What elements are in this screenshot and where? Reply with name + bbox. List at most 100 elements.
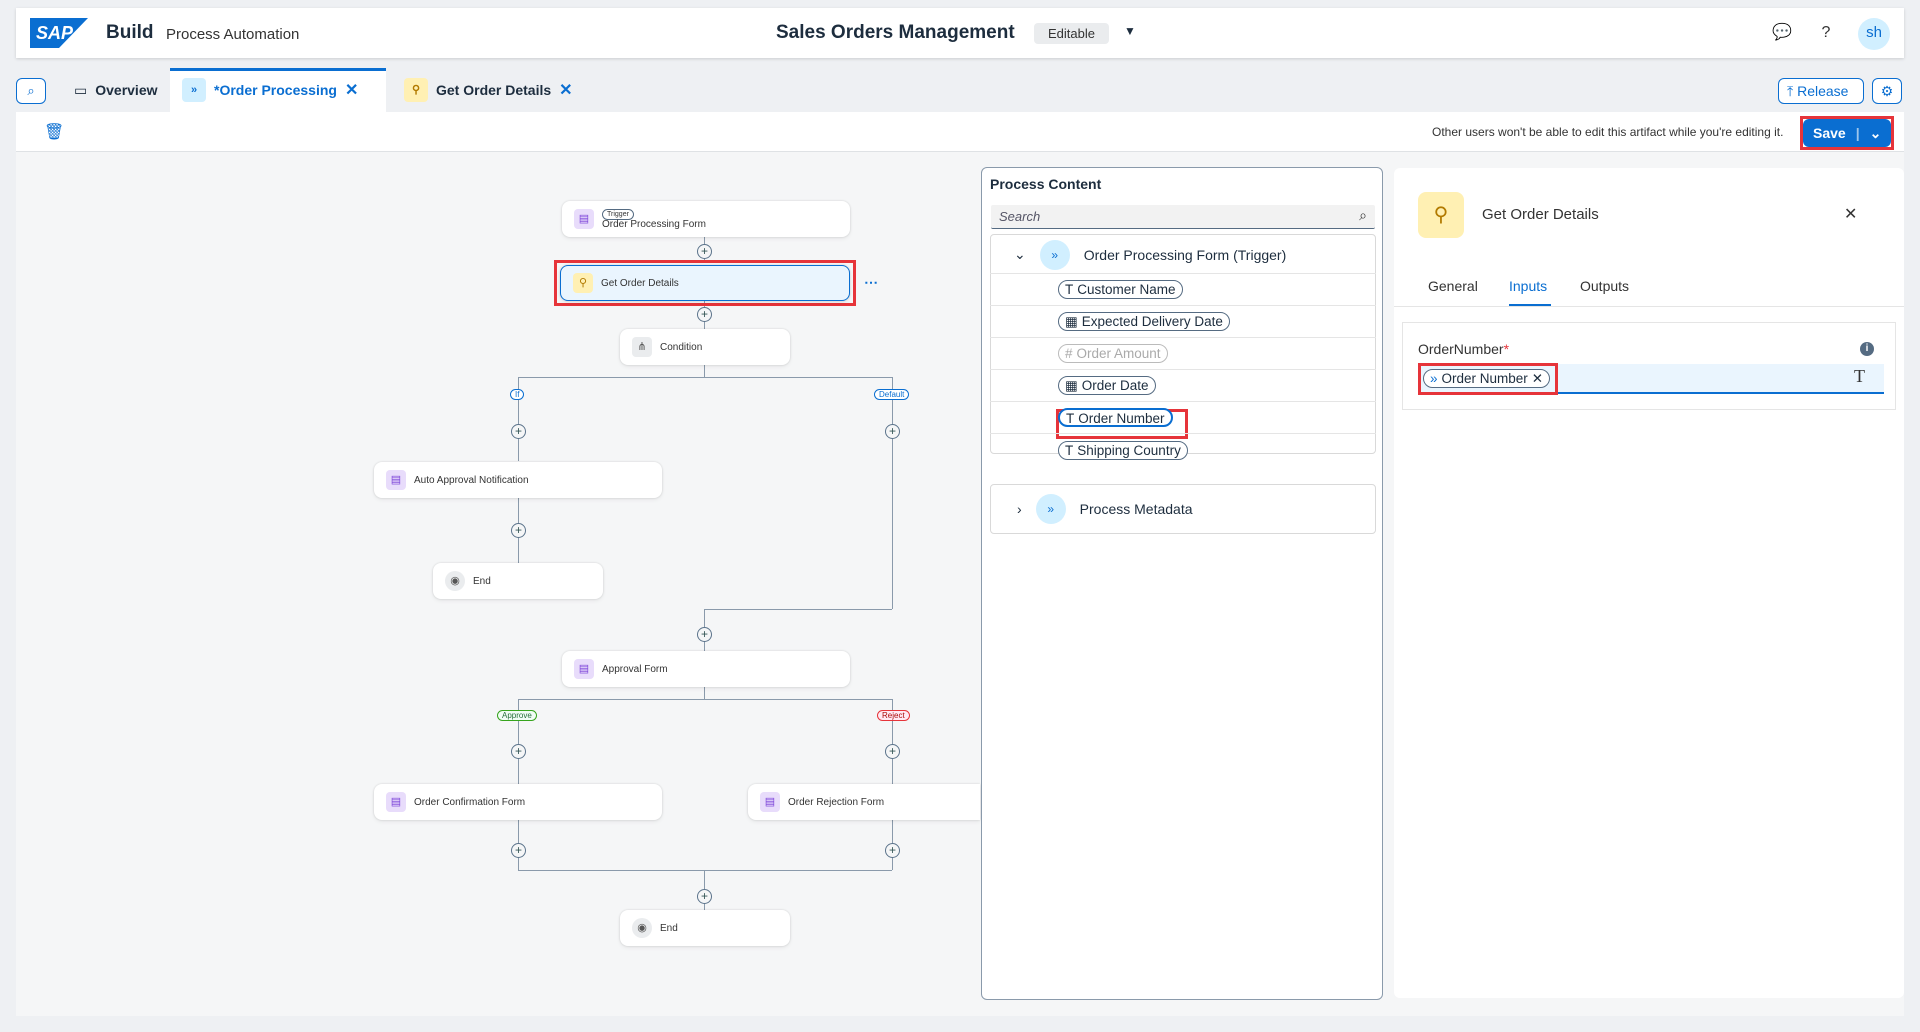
text-type-icon: T bbox=[1065, 442, 1074, 458]
node-label: End bbox=[660, 922, 678, 934]
chevron-down-icon[interactable]: ▼ bbox=[1124, 24, 1136, 38]
form-icon: ▤ bbox=[386, 470, 406, 490]
upload-icon: ⤒ bbox=[1787, 83, 1794, 99]
status-badge: Editable bbox=[1034, 23, 1109, 44]
release-button[interactable]: ⤒ Release bbox=[1778, 78, 1864, 104]
close-icon[interactable]: ✕ bbox=[559, 80, 572, 112]
condition-node[interactable]: ⋔ Condition bbox=[620, 329, 790, 365]
process-icon: » bbox=[1039, 239, 1070, 270]
add-step-button[interactable]: + bbox=[511, 424, 526, 439]
add-step-button[interactable]: + bbox=[697, 307, 712, 322]
tab-inputs[interactable]: Inputs bbox=[1509, 278, 1552, 307]
info-icon[interactable]: i bbox=[1860, 342, 1874, 356]
close-icon[interactable]: ✕ bbox=[1844, 204, 1857, 224]
text-type-icon: T bbox=[1065, 282, 1074, 297]
form-icon: ▤ bbox=[760, 792, 780, 812]
tab-general[interactable]: General bbox=[1428, 278, 1478, 294]
process-icon: » bbox=[1430, 371, 1438, 386]
get-order-details-node[interactable]: ⚲ Get Order Details bbox=[560, 265, 850, 301]
form-icon: ▤ bbox=[574, 659, 594, 679]
help-icon[interactable]: ? bbox=[1814, 21, 1838, 45]
trigger-node[interactable]: ▤ Trigger Order Processing Form bbox=[562, 201, 850, 237]
node-label: Order Processing Form bbox=[602, 218, 706, 230]
end-node[interactable]: ◉ End bbox=[620, 910, 790, 946]
add-step-button[interactable]: + bbox=[885, 744, 900, 759]
tree-field[interactable]: ▦ Expected Delivery Date bbox=[990, 306, 1376, 338]
product-subtitle: Process Automation bbox=[166, 26, 300, 43]
auto-approval-node[interactable]: ▤ Auto Approval Notification bbox=[374, 462, 662, 498]
field-token: T Order Number bbox=[1058, 408, 1173, 427]
project-title: Sales Orders Management bbox=[776, 22, 1015, 43]
feedback-icon[interactable]: 💬 bbox=[1770, 21, 1794, 45]
search-input[interactable]: Search ⌕ bbox=[991, 205, 1375, 229]
hierarchy-icon: ⚲ bbox=[1418, 192, 1464, 238]
tab-label: Overview bbox=[95, 82, 158, 98]
edit-lock-hint: Other users won't be able to edit this a… bbox=[1432, 125, 1784, 139]
chevron-right-icon[interactable]: › bbox=[1017, 501, 1022, 517]
field-token: T Customer Name bbox=[1058, 280, 1183, 299]
details-panel: ⚲ Get Order Details ✕ General Inputs Out… bbox=[1394, 168, 1904, 998]
node-label: End bbox=[473, 575, 491, 587]
sap-logo[interactable]: SAP bbox=[30, 18, 88, 48]
tab-label: Get Order Details bbox=[436, 82, 552, 98]
release-label: Release bbox=[1797, 83, 1849, 99]
node-label: Auto Approval Notification bbox=[414, 474, 529, 486]
add-step-button[interactable]: + bbox=[885, 843, 900, 858]
order-rejection-node[interactable]: ▤ Order Rejection Form bbox=[748, 784, 980, 820]
panel-title: Process Content bbox=[990, 176, 1102, 192]
tree-field[interactable]: ▦ Order Date bbox=[990, 370, 1376, 402]
hierarchy-icon: ⚲ bbox=[404, 78, 428, 102]
search-icon[interactable]: ⌕ bbox=[1359, 207, 1367, 224]
avatar[interactable]: sh bbox=[1858, 18, 1890, 50]
trash-icon[interactable]: 🗑 bbox=[44, 122, 64, 142]
tree-field[interactable]: T Customer Name bbox=[990, 274, 1376, 306]
save-button[interactable]: Save | ⌄ bbox=[1803, 119, 1891, 147]
tree-field[interactable]: T Shipping Country bbox=[990, 434, 1376, 466]
branch-icon: ⋔ bbox=[632, 337, 652, 357]
close-icon[interactable]: ✕ bbox=[1532, 370, 1543, 387]
number-type-icon: # bbox=[1065, 346, 1073, 361]
more-icon[interactable]: ⋯ bbox=[864, 274, 878, 291]
explore-icon[interactable]: ⌕ bbox=[16, 78, 46, 104]
close-icon[interactable]: ✕ bbox=[345, 80, 358, 112]
tab-bar: ⌕ ▭ Overview » *Order Processing ✕ ⚲ Get… bbox=[16, 68, 1904, 112]
default-branch-label: Default bbox=[874, 389, 910, 400]
tree-field: # Order Amount bbox=[990, 338, 1376, 370]
order-confirmation-node[interactable]: ▤ Order Confirmation Form bbox=[374, 784, 662, 820]
end-icon: ◉ bbox=[632, 918, 652, 938]
chevron-down-icon[interactable]: ⌄ bbox=[1014, 246, 1026, 263]
end-node[interactable]: ◉ End bbox=[433, 563, 603, 599]
add-step-button[interactable]: + bbox=[511, 523, 526, 538]
tab-label: *Order Processing bbox=[214, 82, 337, 98]
add-step-button[interactable]: + bbox=[511, 744, 526, 759]
field-token: # Order Amount bbox=[1058, 344, 1168, 363]
chevron-down-icon[interactable]: ⌄ bbox=[1870, 125, 1882, 142]
product-name[interactable]: Build bbox=[106, 22, 154, 44]
text-type-icon[interactable]: T bbox=[1854, 366, 1865, 387]
add-step-button[interactable]: + bbox=[697, 627, 712, 642]
form-icon: ▤ bbox=[574, 209, 594, 229]
calendar-icon: ▦ bbox=[1065, 378, 1078, 393]
add-step-button[interactable]: + bbox=[885, 424, 900, 439]
node-label: Condition bbox=[660, 341, 703, 353]
tab-get-order-details[interactable]: ⚲ Get Order Details ✕ bbox=[386, 68, 586, 112]
node-label: Get Order Details bbox=[601, 277, 679, 289]
gear-icon[interactable]: ⚙ bbox=[1872, 78, 1902, 104]
mapped-token[interactable]: » Order Number ✕ bbox=[1423, 369, 1551, 388]
tab-overview[interactable]: ▭ Overview bbox=[66, 68, 176, 112]
add-step-button[interactable]: + bbox=[697, 244, 712, 259]
add-step-button[interactable]: + bbox=[511, 843, 526, 858]
tree-field[interactable]: T Order Number bbox=[990, 402, 1376, 434]
shell-bar: SAP Build Process Automation Sales Order… bbox=[16, 8, 1904, 58]
node-label: Order Confirmation Form bbox=[414, 796, 526, 808]
tree-group-metadata[interactable]: › » Process Metadata bbox=[990, 484, 1376, 534]
tree-group-trigger[interactable]: ⌄ » Order Processing Form (Trigger) bbox=[990, 236, 1376, 274]
node-label: Approval Form bbox=[602, 663, 668, 675]
tab-outputs[interactable]: Outputs bbox=[1580, 278, 1629, 294]
field-label: OrderNumber* bbox=[1418, 341, 1510, 357]
process-icon: » bbox=[182, 78, 206, 102]
add-step-button[interactable]: + bbox=[697, 889, 712, 904]
approval-form-node[interactable]: ▤ Approval Form bbox=[562, 651, 850, 687]
tab-order-processing[interactable]: » *Order Processing ✕ bbox=[170, 68, 386, 112]
save-label: Save bbox=[1813, 125, 1846, 141]
